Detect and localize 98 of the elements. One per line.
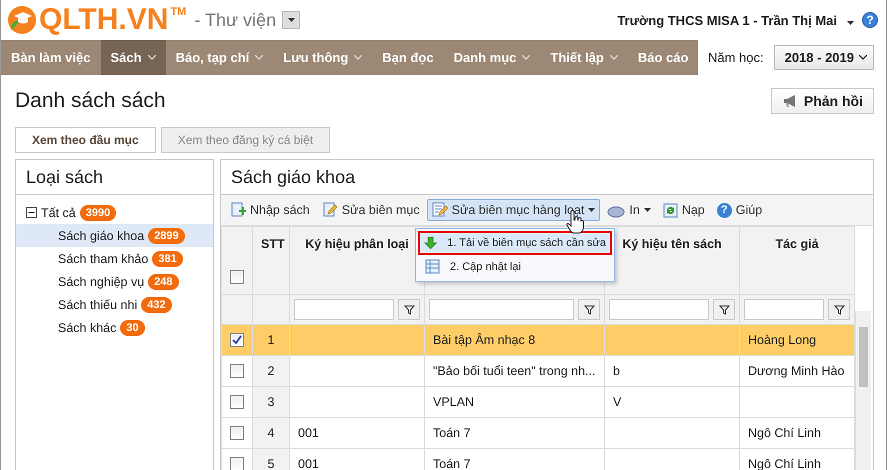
- table-cell: V: [613, 395, 622, 409]
- tree-label: Sách tham khảo: [58, 252, 148, 266]
- table-cell: Dương Minh Hào: [748, 364, 844, 378]
- table-cell: Toán 7: [433, 426, 471, 440]
- tree-item[interactable]: Tất cả 3990: [16, 201, 213, 224]
- edit-document-icon: [322, 202, 338, 218]
- count-badge: 2899: [148, 228, 185, 244]
- help-icon[interactable]: ?: [862, 12, 878, 28]
- help-icon: ?: [716, 202, 732, 218]
- edit-list-icon: [432, 202, 448, 218]
- school-year-label: Năm học:: [708, 50, 764, 65]
- tree-label: Tất cả: [41, 206, 76, 220]
- count-badge: 3990: [80, 204, 116, 220]
- filter-button[interactable]: [713, 299, 735, 320]
- tree-label: Sách thiếu nhi: [58, 298, 138, 312]
- filter-button[interactable]: [398, 299, 420, 320]
- scrollbar[interactable]: [855, 311, 871, 470]
- toolbar-button[interactable]: Nạp: [658, 200, 710, 220]
- caret-icon: [255, 55, 264, 60]
- tree-label: Sách nghiệp vụ: [58, 274, 144, 288]
- count-badge: 432: [141, 296, 172, 312]
- caret-icon: [610, 55, 618, 60]
- tree-item[interactable]: Sách tham khảo 381: [16, 247, 213, 270]
- column-header: Ký hiệu phân loại: [305, 237, 409, 251]
- table-cell: "Bảo bối tuổi teen" trong nh...: [433, 364, 596, 378]
- trademark: TM: [170, 6, 186, 18]
- menu-item[interactable]: 2. Cập nhật lại: [418, 255, 612, 279]
- tree-item[interactable]: Sách nghiệp vụ 248: [16, 270, 213, 293]
- graduation-cap-logo-icon: [5, 4, 37, 36]
- column-header: Ký hiệu tên sách: [622, 237, 722, 251]
- funnel-icon: [718, 304, 730, 314]
- caret-icon: [522, 55, 530, 60]
- caret-icon: [644, 208, 651, 212]
- caret-icon: [847, 20, 854, 24]
- table-cell: VPLAN: [433, 395, 474, 409]
- filter-field[interactable]: [294, 299, 394, 320]
- user-name: Trường THCS MISA 1 - Trần Thị Mai: [617, 12, 837, 28]
- table-cell: Toán 7: [433, 457, 471, 470]
- count-badge: 248: [148, 274, 179, 290]
- logo-text: QLTH.VN: [39, 5, 168, 35]
- toolbar-button[interactable]: Nhập sách: [225, 199, 315, 221]
- table-cell: Bài tập Âm nhạc 8: [433, 333, 536, 347]
- table-cell: 5: [268, 457, 274, 470]
- select-all-checkbox[interactable]: [230, 270, 244, 284]
- table-cell: 001: [298, 426, 319, 440]
- checkbox[interactable]: [230, 333, 244, 348]
- tree-label: Sách khác: [58, 320, 116, 334]
- count-badge: 30: [120, 320, 145, 336]
- menu-tab[interactable]: Sách: [100, 40, 166, 75]
- caret-icon: [354, 55, 362, 60]
- table-cell: b: [613, 364, 620, 378]
- caret-icon: [859, 55, 867, 60]
- table-cell: 3: [268, 395, 274, 409]
- toolbar-button[interactable]: In: [602, 200, 656, 220]
- filter-button[interactable]: [578, 299, 600, 320]
- caret-icon: [588, 208, 596, 212]
- add-document-icon: [230, 202, 246, 218]
- table-icon: [424, 259, 440, 275]
- filter-field[interactable]: [744, 299, 824, 320]
- view-tab[interactable]: Xem theo đầu mục: [15, 127, 156, 153]
- down-arrow-icon: [424, 235, 438, 251]
- column-header: Tác giả: [775, 237, 819, 251]
- filter-field[interactable]: [429, 299, 574, 320]
- table-cell: Ngô Chí Linh: [748, 426, 821, 440]
- table-cell: 1: [268, 333, 274, 347]
- table-cell: Hoàng Long: [748, 333, 816, 347]
- funnel-icon: [584, 304, 594, 314]
- table-cell: 4: [268, 426, 274, 440]
- tree-item[interactable]: Sách giáo khoa 2899: [16, 224, 213, 247]
- filter-field[interactable]: [609, 299, 709, 320]
- module-title: - Thư viện: [194, 10, 276, 30]
- tree-item[interactable]: Sách thiếu nhi 432: [16, 293, 213, 316]
- refresh-icon: [662, 202, 678, 218]
- panel-title: Loại sách: [26, 166, 104, 188]
- feedback-button[interactable]: Phản hồi: [770, 88, 874, 114]
- toolbar-button[interactable]: ? Giúp: [712, 200, 768, 220]
- funnel-icon: [404, 304, 414, 314]
- school-year-dropdown[interactable]: 2018 - 2019: [774, 45, 874, 70]
- table-cell: 2: [268, 364, 274, 378]
- table-cell: 001: [298, 457, 319, 470]
- collapse-icon[interactable]: [26, 207, 37, 218]
- count-badge: 381: [152, 250, 183, 266]
- page-title: Danh sách sách: [15, 89, 166, 113]
- module-dropdown[interactable]: [282, 11, 300, 29]
- checkbox[interactable]: [230, 364, 244, 378]
- column-header: STT: [261, 237, 285, 251]
- funnel-icon: [834, 304, 844, 314]
- caret-icon: [288, 18, 295, 22]
- tree-item[interactable]: Sách khác 30: [16, 316, 213, 339]
- menu-item[interactable]: 1. Tải về biên mục sách cần sửa: [418, 231, 612, 255]
- checkbox[interactable]: [230, 457, 244, 470]
- checkbox[interactable]: [230, 426, 244, 440]
- caret-icon: [148, 55, 156, 60]
- tree-label: Sách giáo khoa: [58, 228, 144, 242]
- filter-button[interactable]: [828, 299, 850, 320]
- checkbox[interactable]: [230, 395, 244, 410]
- toolbar-button[interactable]: Sửa biên mục: [316, 199, 425, 221]
- panel-title: Sách giáo khoa: [231, 166, 356, 188]
